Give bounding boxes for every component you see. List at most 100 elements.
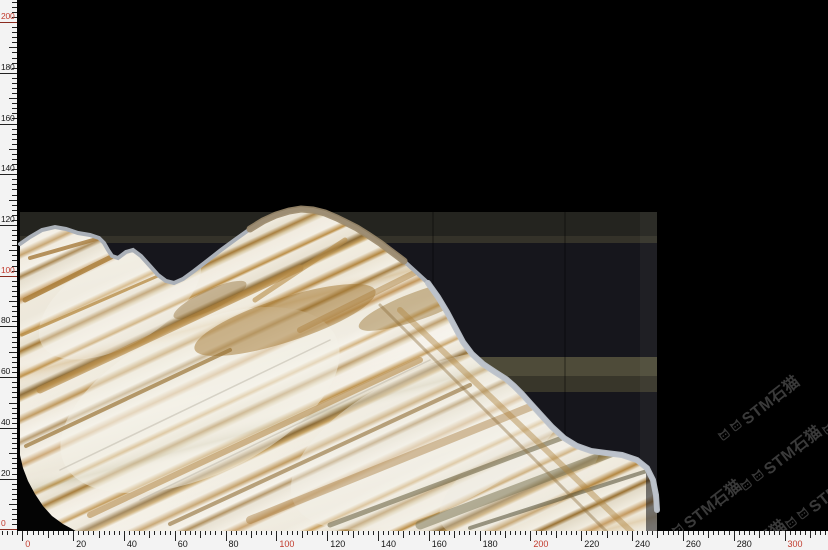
ruler-tick: [302, 531, 303, 538]
ruler-tick: [129, 531, 130, 535]
ruler-tick: [12, 195, 17, 196]
ruler-tick: [571, 531, 572, 535]
ruler-tick: [165, 531, 166, 535]
ruler-tick: [0, 22, 17, 23]
ruler-tick: [0, 276, 17, 277]
ruler-tick: [0, 479, 17, 480]
ruler-tick: [9, 149, 17, 150]
ruler-tick: [246, 531, 247, 535]
ruler-tick: [68, 531, 69, 535]
ruler-tick: [805, 531, 806, 535]
ruler-tick: [226, 531, 227, 541]
ruler-tick: [12, 235, 17, 236]
ruler-tick: [256, 531, 257, 535]
ruler-tick: [12, 362, 17, 363]
ruler-tick: [12, 291, 17, 292]
ruler-tick: [9, 301, 17, 302]
ruler-tick: [9, 250, 17, 251]
ruler-tick: [12, 245, 17, 246]
ruler-tick: [520, 531, 521, 535]
slab-photo: [0, 0, 828, 550]
ruler-tick: [12, 458, 17, 459]
ruler-tick: [652, 531, 653, 535]
ruler-tick: [541, 531, 542, 535]
ruler-tick: [800, 531, 801, 535]
ruler-tick: [561, 531, 562, 535]
ruler-label-left: 140: [1, 164, 15, 173]
ruler-tick: [419, 531, 420, 535]
ruler-tick: [63, 531, 64, 535]
ruler-tick: [88, 531, 89, 535]
ruler-tick: [530, 531, 531, 541]
ruler-tick: [678, 531, 679, 535]
ruler-bottom: 0204060801001201401601802002202402602803…: [0, 531, 828, 550]
ruler-tick: [12, 154, 17, 155]
ruler-tick: [12, 357, 17, 358]
ruler-tick: [7, 531, 8, 535]
ruler-tick: [332, 531, 333, 535]
ruler-tick: [459, 531, 460, 535]
ruler-tick: [9, 200, 17, 201]
ruler-tick: [703, 531, 704, 535]
ruler-tick: [251, 531, 252, 538]
ruler-tick: [0, 73, 17, 74]
ruler-label-left: 40: [1, 418, 10, 427]
ruler-tick: [12, 337, 17, 338]
ruler-tick: [0, 377, 17, 378]
ruler-tick: [241, 531, 242, 535]
ruler-tick: [210, 531, 211, 535]
ruler-tick: [398, 531, 399, 535]
ruler-label-bottom: 20: [76, 539, 86, 549]
ruler-tick: [525, 531, 526, 535]
ruler-tick: [12, 306, 17, 307]
ruler-tick: [17, 531, 18, 535]
ruler-tick: [724, 531, 725, 535]
ruler-tick: [12, 316, 17, 317]
ruler-tick: [342, 531, 343, 535]
ruler-tick: [490, 531, 491, 535]
ruler-tick: [12, 58, 17, 59]
ruler-tick: [718, 531, 719, 535]
ruler-tick: [12, 408, 17, 409]
ruler-tick: [195, 531, 196, 535]
ruler-tick: [287, 531, 288, 535]
ruler-tick: [759, 531, 760, 538]
ruler-tick: [409, 531, 410, 535]
ruler-tick: [48, 531, 49, 538]
ruler-tick: [160, 531, 161, 535]
ruler-tick: [353, 531, 354, 538]
ruler-tick: [12, 230, 17, 231]
ruler-tick: [12, 32, 17, 33]
ruler-tick: [769, 531, 770, 535]
ruler-tick: [475, 531, 476, 535]
ruler-label-bottom: 260: [686, 539, 701, 549]
ruler-tick: [591, 531, 592, 535]
ruler-tick: [9, 403, 17, 404]
ruler-tick: [9, 453, 17, 454]
ruler-tick: [825, 531, 826, 535]
ruler-tick: [12, 240, 17, 241]
ruler-tick: [170, 531, 171, 535]
ruler-tick: [297, 531, 298, 535]
ruler-tick: [602, 531, 603, 535]
ruler-tick: [205, 531, 206, 535]
main-canvas[interactable]: STM石猫STM石猫STM石猫STM石猫STM石猫STM石猫 020406080…: [0, 0, 828, 550]
ruler-tick: [764, 531, 765, 535]
ruler-label-bottom: 160: [432, 539, 447, 549]
ruler-tick: [134, 531, 135, 535]
ruler-tick: [327, 531, 328, 541]
ruler-tick: [27, 531, 28, 535]
ruler-tick: [307, 531, 308, 535]
ruler-tick: [383, 531, 384, 535]
ruler-label-bottom: 240: [635, 539, 650, 549]
ruler-tick: [0, 124, 17, 125]
ruler-tick: [9, 47, 17, 48]
ruler-tick: [744, 531, 745, 535]
ruler-tick: [754, 531, 755, 535]
ruler-tick: [149, 531, 150, 538]
ruler-tick: [12, 83, 17, 84]
ruler-tick: [12, 372, 17, 373]
ruler-tick: [190, 531, 191, 535]
ruler-label-bottom: 280: [737, 539, 752, 549]
ruler-tick: [2, 531, 3, 535]
